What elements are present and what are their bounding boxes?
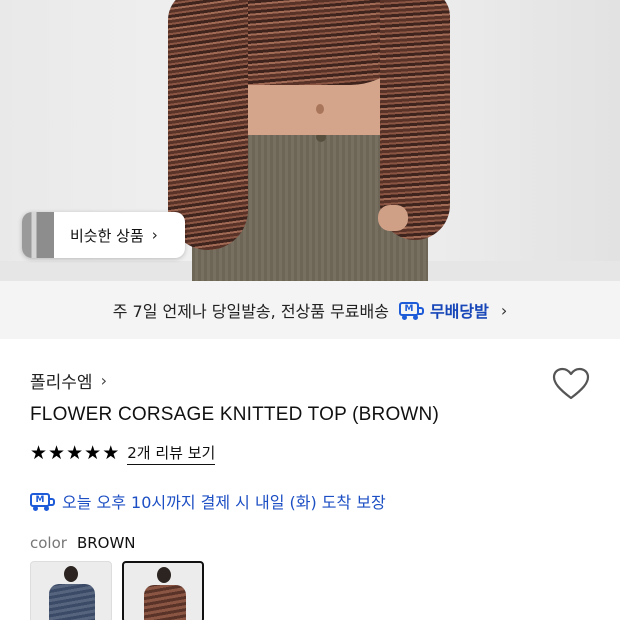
delivery-promise: M 오늘 오후 10시까지 결제 시 내일 (화) 도착 보장 [30,489,386,513]
chevron-right-icon: › [500,300,508,320]
shipping-brand-name: 무배당발 [429,302,489,321]
star-icon: ★ [102,442,120,464]
color-swatch-brown[interactable] [122,561,204,620]
m-delivery-truck-icon: M [30,492,56,511]
similar-products-button[interactable]: 비슷한 상품 › [22,212,185,258]
star-icon: ★ [66,442,84,464]
similar-products-label: 비슷한 상품 [70,226,144,245]
star-icon: ★ [48,442,66,464]
rating-row: ★ ★ ★ ★ ★ 2개 리뷰 보기 [30,442,216,465]
brand-link[interactable]: 폴리수엠 › [30,368,107,393]
m-delivery-truck-icon: M [398,301,425,320]
similar-product-thumbnail [22,212,54,258]
rating-stars: ★ ★ ★ ★ ★ [30,444,119,463]
shipping-banner-text: 주 7일 언제나 당일발송, 전상품 무료배송 [112,302,389,321]
delivery-promise-text: 오늘 오후 10시까지 결제 시 내일 (화) 도착 보장 [62,493,386,512]
color-label: color [30,534,67,552]
color-swatches [30,561,204,620]
brand-name: 폴리수엠 [30,373,93,393]
heart-icon[interactable] [551,366,591,402]
color-swatch-navy[interactable] [30,561,112,620]
view-reviews-link[interactable]: 2개 리뷰 보기 [127,442,216,465]
chevron-right-icon: › [151,226,158,244]
color-selector-label: color BROWN [30,534,136,552]
product-hero-image[interactable]: 비슷한 상품 › [0,0,620,281]
product-title: FLOWER CORSAGE KNITTED TOP (BROWN) [30,404,440,425]
color-value: BROWN [76,534,136,552]
star-icon: ★ [30,442,48,464]
shipping-banner[interactable]: 주 7일 언제나 당일발송, 전상품 무료배송 M 무배당발 › [0,281,620,339]
star-icon: ★ [84,442,102,464]
chevron-right-icon: › [100,371,107,390]
